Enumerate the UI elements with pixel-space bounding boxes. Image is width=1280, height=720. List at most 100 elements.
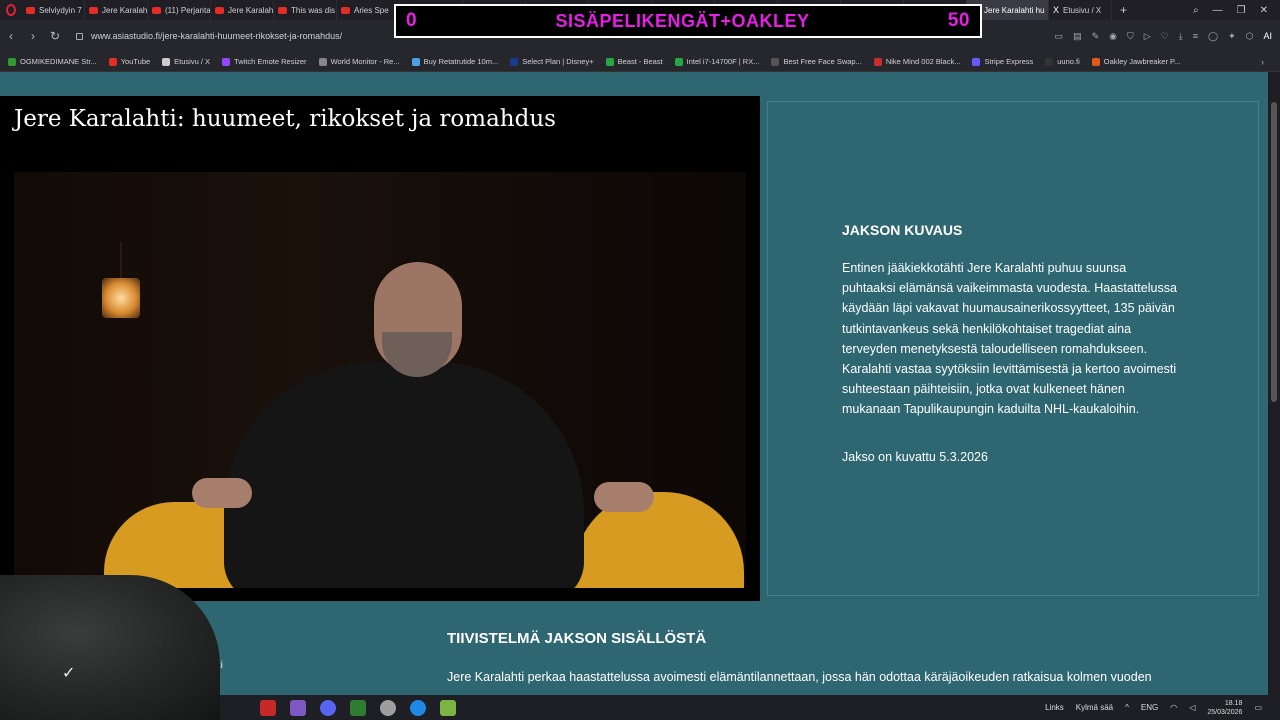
bookmark-favicon-icon	[972, 57, 981, 66]
bookmark-label: Twitch Emote Resizer	[234, 57, 307, 66]
menu-icon[interactable]: ≡	[1193, 31, 1198, 42]
browser-tab[interactable]: X Etusivu / X	[1049, 0, 1112, 20]
bookmark-label: Nike Mind 002 Black...	[885, 57, 961, 66]
shield-app-icon[interactable]	[380, 699, 396, 716]
bookmark-favicon-icon	[411, 57, 420, 66]
youtube-icon	[215, 6, 224, 14]
maximize-icon[interactable]: ❐	[1237, 5, 1246, 16]
media-app-icon[interactable]	[440, 699, 456, 716]
overlay-left-score: 0	[406, 10, 418, 31]
clock[interactable]: 18.18 25/03/2026	[1207, 699, 1242, 717]
download-icon[interactable]: ⤓	[1179, 31, 1183, 42]
reader-icon[interactable]: ▤	[1073, 31, 1082, 42]
video-player[interactable]	[14, 172, 746, 588]
volume-icon[interactable]: ◁	[1189, 703, 1195, 712]
search-tabs-icon[interactable]: ⌕	[1193, 5, 1199, 16]
bookmark-item[interactable]: Nike Mind 002 Black...	[873, 57, 961, 66]
browser-tab[interactable]: This was dis	[274, 0, 337, 20]
browser-tab[interactable]: (11) Perjantai	[148, 0, 211, 20]
edit-icon[interactable]: ✎	[1092, 31, 1100, 42]
tab-icon[interactable]: ▭	[1055, 31, 1064, 42]
bookmark-item[interactable]: Intel i7-14700F | RX...	[674, 57, 760, 66]
weather-label[interactable]: Kylmä sää	[1076, 703, 1113, 712]
bookmark-label: Intel i7-14700F | RX...	[686, 57, 760, 66]
page-title: Jere Karalahti: huumeet, rikokset ja rom…	[14, 106, 556, 132]
bookmark-favicon-icon	[674, 57, 683, 66]
bookmark-favicon-icon	[108, 57, 117, 66]
tab-label: Jere Karalahti hu	[984, 5, 1045, 15]
bookmark-item[interactable]: Stripe Express	[972, 57, 1033, 66]
bookmark-item[interactable]: uuno.fi	[1045, 57, 1080, 66]
bookmark-favicon-icon	[771, 57, 780, 66]
cube-icon[interactable]: ⬡	[1246, 31, 1254, 42]
description-heading: JAKSON KUVAUS	[842, 222, 963, 238]
notification-icon[interactable]: ▭	[1254, 703, 1262, 712]
bookmark-label: Etusivu / X	[174, 57, 211, 66]
shield-icon[interactable]: ⛉	[1127, 31, 1134, 42]
bookmark-item[interactable]: OGMIKEDIMANE Str...	[8, 57, 97, 66]
ai-button[interactable]: AI	[1263, 31, 1272, 42]
bookmark-label: World Monitor - Re...	[330, 57, 400, 66]
wifi-icon[interactable]: ◠	[1170, 703, 1177, 712]
summary-text: Jere Karalahti perkaa haastattelussa avo…	[447, 670, 1152, 684]
youtube-icon	[341, 6, 350, 14]
calendar-app-icon[interactable]	[350, 699, 366, 716]
discord-app-icon[interactable]	[320, 699, 336, 716]
bookmark-favicon-icon	[1091, 57, 1100, 66]
bookmark-item[interactable]: Beast - Beast	[605, 57, 663, 66]
browser-tab[interactable]: Jere Karalahti	[85, 0, 148, 20]
bookmark-item[interactable]: Best Free Face Swap...	[771, 57, 862, 66]
tray-chevron-icon[interactable]: ^	[1125, 703, 1129, 712]
links-label[interactable]: Links	[1045, 703, 1064, 712]
bookmark-label: YouTube	[120, 57, 151, 66]
forward-icon[interactable]: ›	[22, 29, 44, 43]
page-scrollbar[interactable]	[1268, 72, 1280, 720]
new-tab-button[interactable]: +	[1112, 3, 1135, 17]
tab-label: This was dis	[291, 5, 336, 15]
profile-icon[interactable]: ◯	[1208, 31, 1218, 42]
bookmark-item[interactable]: Buy Retatrutide 10m...	[411, 57, 498, 66]
scrollbar-thumb[interactable]	[1271, 102, 1277, 402]
bookmark-favicon-icon	[318, 57, 327, 66]
toolbar-icons: ▭ ▤ ✎ ◉ ⛉ ▷ ♡ ⤓ ≡ ◯ ✦ ⬡ AI	[1055, 31, 1280, 42]
overlay-right-score: 50	[947, 10, 970, 31]
extension-icon[interactable]: ✦	[1228, 31, 1236, 42]
bookmark-label: Beast - Beast	[617, 57, 663, 66]
youtube-icon	[89, 6, 98, 14]
bookmark-favicon-icon	[605, 57, 614, 66]
person-hand-left	[192, 478, 252, 508]
back-icon[interactable]: ‹	[0, 29, 22, 43]
tab-label: Aries Spe	[354, 5, 389, 15]
minimize-icon[interactable]: —	[1213, 5, 1223, 16]
bookmark-item[interactable]: Select Plan | Disney+	[510, 57, 594, 66]
browser-tab[interactable]: Jere Karalahti	[211, 0, 274, 20]
browser-tab[interactable]: Aries Spe	[337, 0, 400, 20]
opera-menu-icon[interactable]	[0, 0, 22, 20]
bookmark-item[interactable]: Twitch Emote Resizer	[222, 57, 307, 66]
copilot-app-icon[interactable]	[290, 699, 306, 716]
reload-icon[interactable]: ↻	[44, 29, 66, 43]
url-field[interactable]: www.asiastudio.fi/jere-karalahti-huumeet…	[76, 31, 342, 41]
bookmark-label: uuno.fi	[1057, 57, 1080, 66]
close-icon[interactable]: ✕	[1260, 5, 1268, 16]
taskbar: Links Kylmä sää ^ ENG ◠ ◁ 18.18 25/03/20…	[220, 695, 1280, 720]
window-controls: ⌕ — ❐ ✕	[1193, 5, 1280, 16]
heart-icon[interactable]: ♡	[1161, 31, 1169, 42]
camera-icon[interactable]: ◉	[1109, 31, 1117, 42]
description-text: Entinen jääkiekkotähti Jere Karalahti pu…	[842, 261, 1177, 417]
edge-app-icon[interactable]	[410, 699, 426, 716]
play-icon[interactable]: ▷	[1144, 31, 1151, 42]
bookmark-favicon-icon	[8, 57, 16, 66]
person-hand-right	[594, 482, 654, 512]
language-label[interactable]: ENG	[1141, 703, 1158, 712]
tab-label: Etusivu / X	[1063, 5, 1102, 15]
browser-tab[interactable]: Selviydyin 7	[22, 0, 85, 20]
opera-app-icon[interactable]	[260, 699, 276, 716]
nike-logo-icon: ✓	[62, 665, 76, 682]
bookmark-item[interactable]: YouTube	[108, 57, 151, 66]
bookmark-item[interactable]: World Monitor - Re...	[318, 57, 400, 66]
bookmark-label: Stripe Express	[984, 57, 1034, 66]
bookmark-item[interactable]: Oakley Jawbreaker P...	[1091, 57, 1180, 66]
bookmarks-more-icon[interactable]: ›	[1261, 57, 1280, 67]
bookmark-item[interactable]: Etusivu / X	[162, 57, 210, 66]
